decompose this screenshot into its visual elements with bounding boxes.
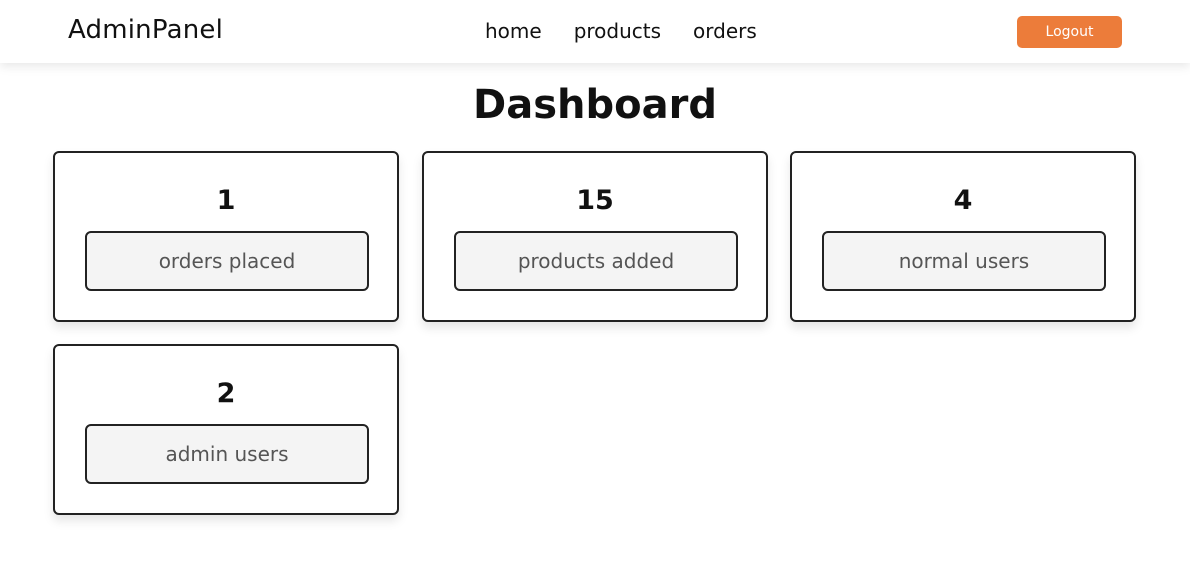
stat-value: 1 <box>216 185 236 216</box>
stat-label-button[interactable]: admin users <box>85 424 369 484</box>
stat-value: 2 <box>216 378 236 409</box>
stat-card-products: 15 products added <box>422 151 768 322</box>
stat-value: 15 <box>576 185 614 216</box>
nav-link-products[interactable]: products <box>574 19 661 43</box>
nav-link-home[interactable]: home <box>485 19 542 43</box>
page-title: Dashboard <box>473 82 717 128</box>
brand-logo[interactable]: AdminPanel <box>68 15 223 45</box>
top-navbar: AdminPanel home products orders Logout <box>0 0 1190 63</box>
stat-card-normal-users: 4 normal users <box>790 151 1136 322</box>
main-nav: home products orders <box>485 19 757 43</box>
nav-link-orders[interactable]: orders <box>693 19 757 43</box>
stat-card-admin-users: 2 admin users <box>53 344 399 515</box>
stat-value: 4 <box>953 185 973 216</box>
stat-card-orders: 1 orders placed <box>53 151 399 322</box>
stat-label-button[interactable]: products added <box>454 231 738 291</box>
stat-label-button[interactable]: orders placed <box>85 231 369 291</box>
stat-label-button[interactable]: normal users <box>822 231 1106 291</box>
logout-button[interactable]: Logout <box>1017 16 1122 48</box>
